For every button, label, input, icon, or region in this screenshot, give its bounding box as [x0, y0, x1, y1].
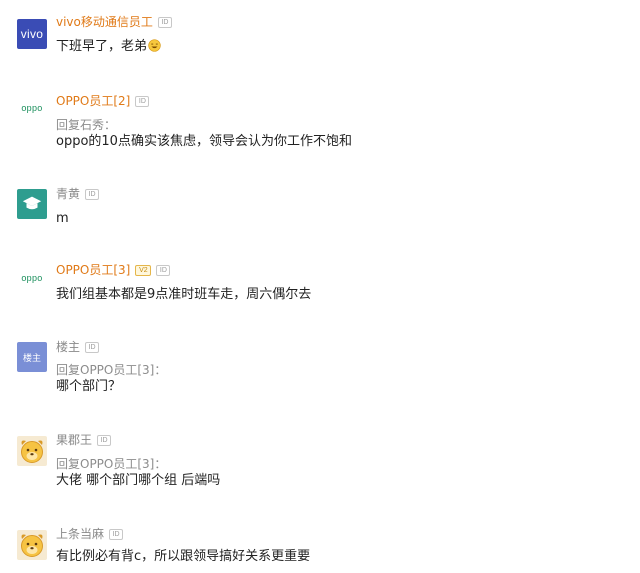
- avatar-label: vivo: [20, 27, 44, 41]
- comment-text: 有比例必有背c，所以跟领导搞好关系更重要: [56, 549, 311, 564]
- comment-text: 哪个部门？: [56, 379, 122, 394]
- username[interactable]: 果郡王: [56, 432, 92, 448]
- graduation-cap-icon: [22, 196, 42, 210]
- comment-text-row: 下班早了，老弟: [56, 38, 161, 56]
- id-badge: ID: [135, 95, 150, 107]
- id-badge: ID: [109, 528, 124, 540]
- avatar[interactable]: oppo: [17, 93, 47, 123]
- reply-to-label[interactable]: 回复OPPO员工[3]：: [56, 362, 166, 378]
- avatar[interactable]: [17, 436, 47, 466]
- avatar-label: oppo: [21, 103, 43, 113]
- avatar[interactable]: [17, 530, 47, 560]
- username[interactable]: vivo移动通信员工: [56, 14, 153, 30]
- avatar-label: 楼主: [22, 353, 41, 364]
- reply-to-label[interactable]: 回复石秀：: [56, 117, 116, 133]
- dog-face-icon: [21, 534, 43, 557]
- avatar[interactable]: 楼主: [17, 342, 47, 372]
- id-badge: ID: [157, 16, 172, 28]
- id-badge: ID: [97, 434, 112, 446]
- comment-text: 大佬 哪个部门哪个组 后端吗: [56, 473, 221, 488]
- username[interactable]: OPPO员工[3]: [56, 262, 130, 278]
- username[interactable]: 楼主: [56, 339, 80, 355]
- id-badge: ID: [85, 188, 100, 200]
- dog-face-icon: [21, 440, 43, 463]
- reply-to-label[interactable]: 回复OPPO员工[3]：: [56, 456, 166, 472]
- comment-text: 我们组基本都是9点准时班车走，周六偶尔去: [56, 287, 312, 302]
- comment-text: 下班早了，老弟: [56, 39, 148, 54]
- username[interactable]: 上条当麻: [56, 526, 104, 542]
- comment-feed: vivo vivo移动通信员工 ID 下班早了，老弟 oppo OPPO员工[2…: [0, 0, 640, 573]
- level-badge: V2: [135, 264, 152, 276]
- smile-emoji-icon: [148, 39, 161, 52]
- avatar[interactable]: oppo: [17, 263, 47, 293]
- id-badge: ID: [85, 341, 100, 353]
- comment-text: oppo的10点确实该焦虑，领导会认为你工作不饱和: [56, 134, 352, 149]
- id-badge: ID: [156, 264, 171, 276]
- username[interactable]: 青黄: [56, 186, 80, 202]
- username[interactable]: OPPO员工[2]: [56, 93, 130, 109]
- avatar[interactable]: [17, 189, 47, 219]
- avatar-label: oppo: [21, 273, 43, 283]
- avatar[interactable]: vivo: [17, 19, 47, 49]
- comment-text: m: [56, 211, 69, 226]
